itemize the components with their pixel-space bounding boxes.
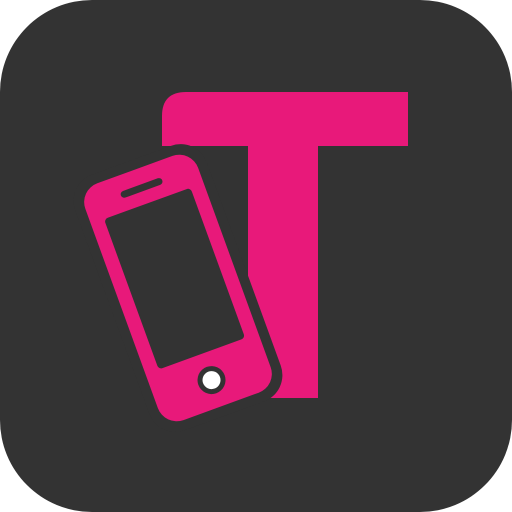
app-icon-graphic bbox=[0, 0, 512, 512]
app-icon bbox=[0, 0, 512, 512]
letter-t-crossbar bbox=[162, 92, 408, 146]
